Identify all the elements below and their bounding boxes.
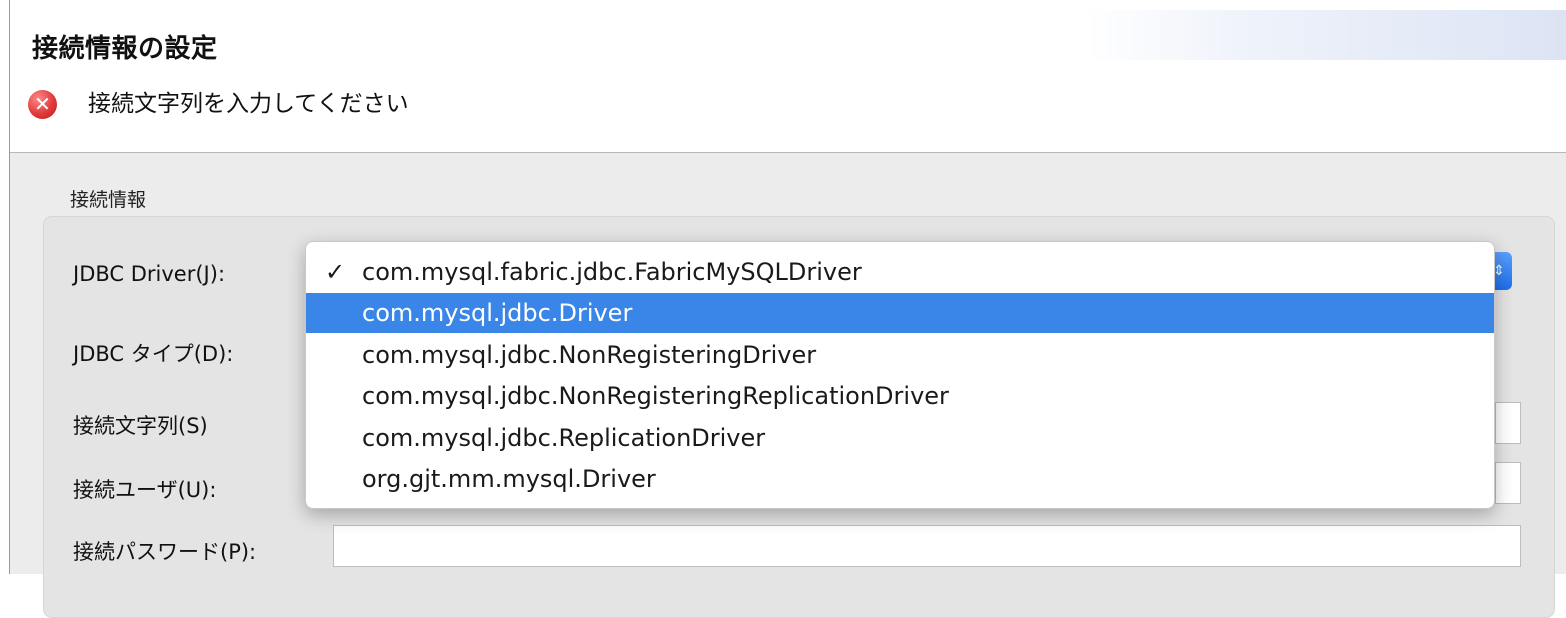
connection-string-field[interactable] [1495,402,1521,444]
menu-item-label: com.mysql.jdbc.ReplicationDriver [362,424,766,452]
menu-item-label: com.mysql.fabric.jdbc.FabricMySQLDriver [362,258,862,286]
user-label: 接続ユーザ(U): [73,478,217,502]
menu-item-label: com.mysql.jdbc.NonRegisteringReplication… [362,382,949,410]
page-title: 接続情報の設定 [32,34,218,64]
menu-item-jdbc-driver[interactable]: com.mysql.jdbc.Driver [306,293,1494,333]
header-banner: 接続情報の設定 ✕ 接続文字列を入力してください [10,0,1566,153]
menu-item-fabric-driver[interactable]: ✓ com.mysql.fabric.jdbc.FabricMySQLDrive… [306,252,1494,292]
menu-item-label: org.gjt.mm.mysql.Driver [362,465,656,493]
jdbc-type-label: JDBC タイプ(D): [73,342,234,366]
jdbc-driver-label: JDBC Driver(J): [73,262,226,286]
window-left-edge [0,0,10,574]
password-field[interactable] [333,525,1521,567]
password-label: 接続パスワード(P): [73,540,257,564]
menu-item-gjt-driver[interactable]: org.gjt.mm.mysql.Driver [306,459,1494,499]
connection-string-label: 接続文字列(S) [73,414,208,438]
banner-gradient [1086,10,1566,60]
menu-item-nonregistering-driver[interactable]: com.mysql.jdbc.NonRegisteringDriver [306,335,1494,375]
user-field[interactable] [1495,462,1521,504]
group-label: 接続情報 [70,189,147,211]
menu-item-replication-driver[interactable]: com.mysql.jdbc.ReplicationDriver [306,418,1494,458]
menu-item-label: com.mysql.jdbc.NonRegisteringDriver [362,341,817,369]
menu-item-label: com.mysql.jdbc.Driver [362,299,633,327]
menu-item-nonregistering-replication-driver[interactable]: com.mysql.jdbc.NonRegisteringReplication… [306,376,1494,416]
checkmark-icon: ✓ [324,258,346,286]
error-message: 接続文字列を入力してください [88,91,409,117]
jdbc-driver-dropdown-menu: ✓ com.mysql.fabric.jdbc.FabricMySQLDrive… [305,241,1495,509]
error-x-icon: ✕ [28,90,57,119]
